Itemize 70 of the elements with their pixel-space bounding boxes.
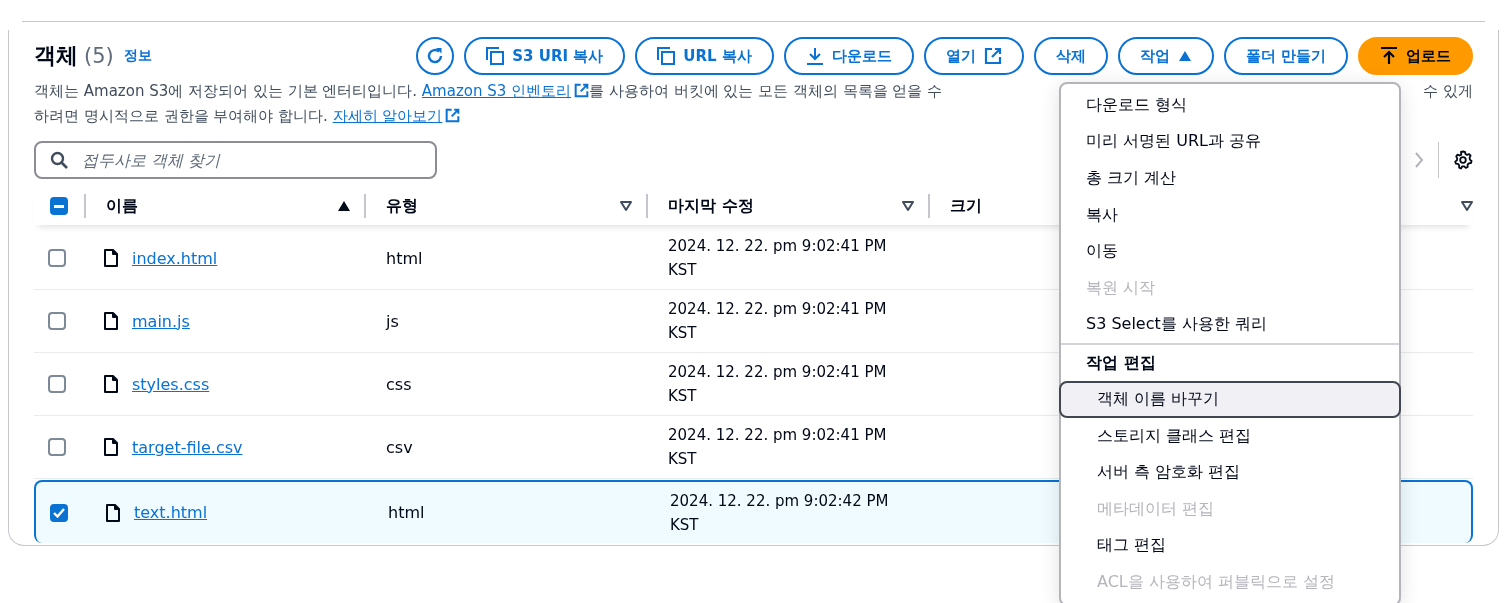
- menu-item[interactable]: 다운로드 형식: [1061, 87, 1399, 124]
- table-cell: js: [386, 311, 399, 331]
- menu-item[interactable]: 총 크기 계산: [1061, 160, 1399, 197]
- menu-item[interactable]: 이동: [1061, 233, 1399, 270]
- menu-item[interactable]: 스토리지 클래스 편집: [1061, 417, 1399, 455]
- table-cell: 2024. 12. 22. pm 9:02:41 PM KST: [668, 300, 887, 342]
- action-button[interactable]: 폴더 만들기: [1223, 37, 1348, 75]
- sort-icon[interactable]: [620, 201, 632, 211]
- file-link[interactable]: index.html: [132, 248, 218, 268]
- menu-item[interactable]: S3 Select를 사용한 쿼리: [1061, 306, 1399, 344]
- action-button[interactable]: 다운로드: [783, 37, 914, 75]
- info-link[interactable]: 정보: [123, 47, 152, 65]
- description-text: 수 있게: [1423, 81, 1473, 102]
- row-checkbox[interactable]: [50, 503, 68, 522]
- inventory-link[interactable]: Amazon S3 인벤토리: [421, 82, 590, 100]
- description-text: 하려면 명시적으로 권한을 부여해야 합니다. 자세히 알아보기: [34, 107, 461, 125]
- row-checkbox[interactable]: [48, 438, 66, 456]
- table-cell: 2024. 12. 22. pm 9:02:41 PM KST: [668, 363, 887, 405]
- check-icon: [53, 507, 65, 518]
- file-link[interactable]: target-file.csv: [132, 437, 243, 457]
- sort-icon[interactable]: [1461, 201, 1473, 211]
- copy-icon: [657, 47, 676, 65]
- menu-item[interactable]: 객체 이름 바꾸기: [1059, 381, 1401, 418]
- external-link-icon: [445, 108, 461, 123]
- column-header[interactable]: 마지막 수정: [668, 195, 902, 217]
- table-cell: 2024. 12. 22. pm 9:02:41 PM KST: [668, 237, 887, 279]
- select-all-checkbox[interactable]: [50, 197, 68, 215]
- file-link[interactable]: styles.css: [132, 374, 210, 394]
- action-button[interactable]: 열기: [923, 37, 1024, 75]
- table-cell: css: [386, 374, 412, 394]
- sort-ascending-icon[interactable]: [338, 201, 350, 211]
- table-cell: html: [386, 248, 423, 268]
- file-icon: [104, 312, 118, 330]
- menu-item[interactable]: 미리 서명된 URL과 공유: [1061, 123, 1399, 161]
- external-link-icon: [574, 83, 590, 98]
- upload-button[interactable]: 업로드: [1358, 37, 1473, 75]
- table-cell: csv: [386, 437, 413, 457]
- file-link[interactable]: text.html: [134, 503, 208, 522]
- section-title: 객체: [34, 42, 78, 70]
- minus-icon: [54, 204, 64, 208]
- file-icon: [104, 375, 118, 393]
- learn-more-link[interactable]: 자세히 알아보기: [332, 107, 461, 125]
- column-header[interactable]: 유형: [386, 195, 620, 217]
- action-button[interactable]: 삭제: [1033, 37, 1108, 75]
- description-text: 객체는 Amazon S3에 저장되어 있는 기본 엔터티입니다. Amazon S3 인벤토리 를 사용하여 버킷에 있는 모든 객체의 목록을 얻을 수: [34, 81, 943, 102]
- refresh-button[interactable]: [416, 37, 455, 75]
- table-cell: html: [388, 503, 425, 522]
- action-button[interactable]: URL 복사: [635, 37, 774, 75]
- row-checkbox[interactable]: [48, 249, 66, 267]
- download-icon: [805, 47, 824, 65]
- action-button[interactable]: 작업: [1117, 37, 1214, 75]
- table-cell: 2024. 12. 22. pm 9:02:41 PM KST: [668, 426, 887, 468]
- external-link-icon: [983, 47, 1002, 65]
- file-icon: [104, 249, 118, 267]
- column-header[interactable]: 이름: [106, 195, 338, 217]
- row-checkbox[interactable]: [48, 312, 66, 330]
- table-cell: 2024. 12. 22. pm 9:02:42 PM KST: [670, 491, 889, 534]
- file-icon: [104, 438, 118, 456]
- settings-icon[interactable]: [1453, 150, 1473, 170]
- search-field[interactable]: 접두사로 객체 찾기: [34, 141, 437, 179]
- sort-icon[interactable]: [902, 201, 914, 211]
- row-checkbox[interactable]: [48, 375, 66, 393]
- upload-icon: [1380, 47, 1398, 65]
- file-link[interactable]: main.js: [132, 311, 190, 331]
- caret-up-icon: [1177, 50, 1192, 62]
- object-count: (5): [84, 44, 114, 68]
- copy-icon: [486, 47, 505, 65]
- action-button[interactable]: S3 URI 복사: [464, 37, 626, 75]
- file-icon: [106, 503, 120, 522]
- menu-group-header: 작업 편집: [1085, 351, 1157, 374]
